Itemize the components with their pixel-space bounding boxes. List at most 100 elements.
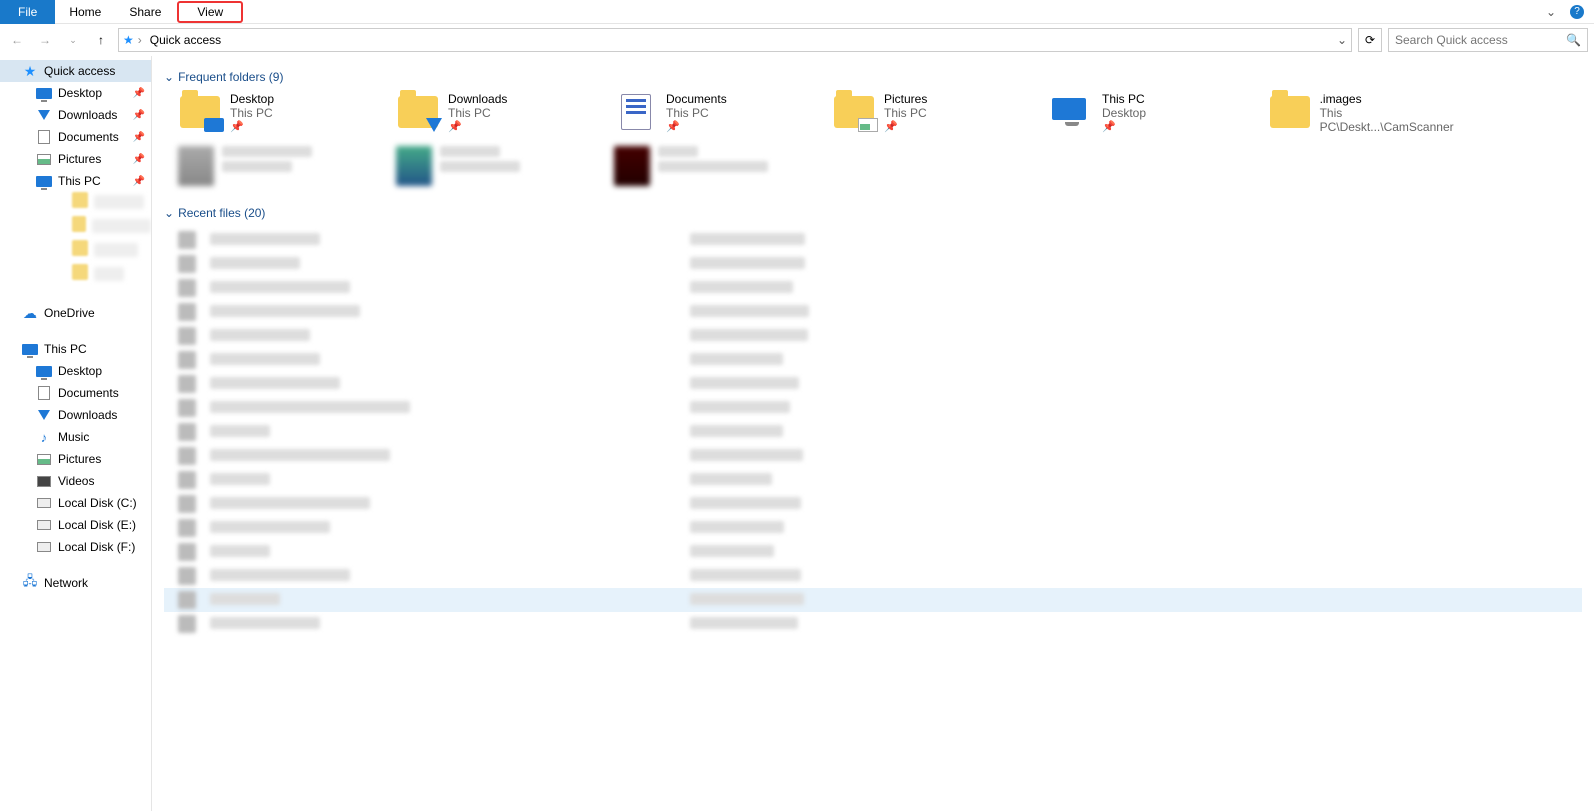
sidebar-item-documents[interactable]: Documents 📌	[0, 126, 151, 148]
recent-file-row[interactable]	[164, 396, 1582, 420]
sidebar-item-label: Local Disk (E:)	[58, 518, 136, 532]
folder-icon	[396, 92, 440, 132]
sidebar-item-label: Videos	[58, 474, 94, 488]
folder-pictures[interactable]: Pictures This PC 📌	[832, 92, 1042, 134]
recent-file-row[interactable]	[164, 444, 1582, 468]
recent-file-row[interactable]	[164, 564, 1582, 588]
search-icon[interactable]: 🔍	[1566, 33, 1581, 47]
sidebar-item-pc-documents[interactable]: Documents	[0, 382, 151, 404]
pictures-icon	[36, 451, 52, 467]
recent-file-row[interactable]	[164, 492, 1582, 516]
ribbon-minimize-icon[interactable]: ⌄	[1546, 5, 1556, 19]
folder-blurred[interactable]	[396, 146, 606, 186]
recent-file-row[interactable]	[164, 540, 1582, 564]
file-icon	[178, 615, 196, 633]
sidebar-item-label: OneDrive	[44, 306, 95, 320]
recent-file-row[interactable]	[164, 516, 1582, 540]
recent-file-row[interactable]	[164, 324, 1582, 348]
pin-icon: 📌	[666, 120, 727, 133]
sidebar-item-network[interactable]: 🖧 Network	[0, 572, 151, 594]
folder-blurred[interactable]	[614, 146, 824, 186]
address-bar[interactable]: ★ › Quick access ⌄	[118, 28, 1352, 52]
recent-file-row[interactable]	[164, 348, 1582, 372]
recent-file-row[interactable]	[164, 468, 1582, 492]
desktop-icon	[36, 363, 52, 379]
recent-file-row[interactable]	[164, 300, 1582, 324]
sidebar-item-onedrive[interactable]: ☁ OneDrive	[0, 302, 151, 324]
section-label: Frequent folders (9)	[178, 70, 283, 84]
sidebar-item-desktop[interactable]: Desktop 📌	[0, 82, 151, 104]
section-frequent-folders[interactable]: ⌄ Frequent folders (9)	[164, 70, 1582, 84]
refresh-button[interactable]: ⟳	[1358, 28, 1382, 52]
folder-name: Downloads	[448, 92, 507, 106]
section-recent-files[interactable]: ⌄ Recent files (20)	[164, 206, 1582, 220]
folder-location: This PC	[666, 106, 727, 120]
sidebar-item-label: Documents	[58, 386, 119, 400]
recent-locations-icon[interactable]: ⌄	[62, 29, 84, 51]
section-label: Recent files (20)	[178, 206, 265, 220]
recent-file-row[interactable]	[164, 420, 1582, 444]
tab-share[interactable]: Share	[115, 0, 175, 24]
folder-images[interactable]: .images This PC\Deskt...\CamScanner	[1268, 92, 1478, 134]
help-icon[interactable]: ?	[1570, 5, 1584, 19]
search-input[interactable]	[1395, 33, 1566, 47]
file-icon	[178, 255, 196, 273]
sidebar-item-disk-c[interactable]: Local Disk (C:)	[0, 492, 151, 514]
pin-icon: 📌	[133, 154, 145, 165]
folder-desktop[interactable]: Desktop This PC 📌	[178, 92, 388, 134]
folder-blurred[interactable]	[178, 146, 388, 186]
download-icon	[36, 107, 52, 123]
folder-location: This PC	[448, 106, 507, 120]
sidebar-item-pictures[interactable]: Pictures 📌	[0, 148, 151, 170]
file-icon	[178, 351, 196, 369]
sidebar-item-label: Downloads	[58, 108, 117, 122]
chevron-down-icon: ⌄	[164, 70, 174, 84]
file-icon	[178, 375, 196, 393]
sidebar-item-disk-f[interactable]: Local Disk (F:)	[0, 536, 151, 558]
sidebar-item-pc-desktop[interactable]: Desktop	[0, 360, 151, 382]
recent-file-row[interactable]	[164, 372, 1582, 396]
music-icon: ♪	[36, 429, 52, 445]
folder-downloads[interactable]: Downloads This PC 📌	[396, 92, 606, 134]
disk-icon	[36, 539, 52, 555]
folder-this-pc[interactable]: This PC Desktop 📌	[1050, 92, 1260, 134]
recent-file-row[interactable]	[164, 276, 1582, 300]
frequent-folders-grid: Desktop This PC 📌 Downloads This PC 📌 Do…	[178, 92, 1582, 186]
folder-documents[interactable]: Documents This PC 📌	[614, 92, 824, 134]
cloud-icon: ☁	[22, 305, 38, 321]
sidebar-item-this-pc[interactable]: This PC	[0, 338, 151, 360]
sidebar-item-pc-pictures[interactable]: Pictures	[0, 448, 151, 470]
sidebar-item-pc-downloads[interactable]: Downloads	[0, 404, 151, 426]
folder-icon	[614, 92, 658, 132]
sidebar-item-pc-music[interactable]: ♪ Music	[0, 426, 151, 448]
star-icon: ★	[22, 63, 38, 79]
search-box[interactable]: 🔍	[1388, 28, 1588, 52]
tab-file[interactable]: File	[0, 0, 55, 24]
tab-home[interactable]: Home	[55, 0, 115, 24]
sidebar-item-quick-access[interactable]: ★ Quick access	[0, 60, 151, 82]
up-button[interactable]: ↑	[90, 29, 112, 51]
network-icon: 🖧	[22, 575, 38, 591]
this-pc-icon	[1050, 92, 1094, 132]
ribbon-tabs: File Home Share View ⌄ ?	[0, 0, 1594, 24]
folder-location: This PC	[230, 106, 274, 120]
address-dropdown-icon[interactable]: ⌄	[1337, 33, 1347, 47]
folder-icon	[1268, 92, 1312, 132]
sidebar-item-disk-e[interactable]: Local Disk (E:)	[0, 514, 151, 536]
recent-file-row[interactable]	[164, 252, 1582, 276]
breadcrumb-location[interactable]: Quick access	[146, 33, 225, 47]
tab-view[interactable]: View	[177, 1, 243, 23]
file-icon	[178, 471, 196, 489]
recent-file-row[interactable]	[164, 612, 1582, 636]
folder-location: This PC	[884, 106, 927, 120]
sidebar-item-pc-videos[interactable]: Videos	[0, 470, 151, 492]
sidebar-item-downloads[interactable]: Downloads 📌	[0, 104, 151, 126]
file-icon	[178, 279, 196, 297]
file-icon	[178, 495, 196, 513]
recent-file-row[interactable]	[164, 588, 1582, 612]
sidebar-item-this-pc-pinned[interactable]: This PC 📌	[0, 170, 151, 192]
recent-files-list	[164, 228, 1582, 636]
recent-file-row[interactable]	[164, 228, 1582, 252]
forward-button[interactable]: →	[34, 29, 56, 51]
back-button[interactable]: ←	[6, 29, 28, 51]
